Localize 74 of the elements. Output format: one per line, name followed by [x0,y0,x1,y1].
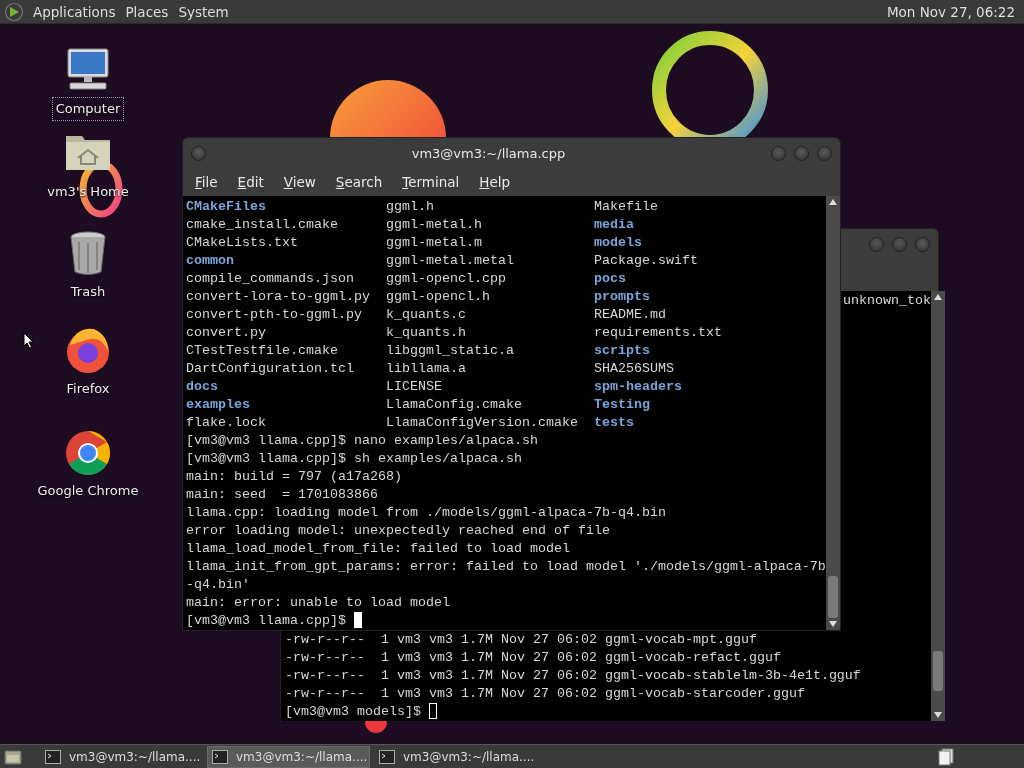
file-name: compile_commands.json [186,270,355,288]
terminal-line: llama.cpp: loading model from ./models/ggml-alpaca-7b-q4.bin [186,504,667,522]
file-name: SHA256SUMS [594,360,674,378]
file-name: ggml-metal.metal [386,252,515,270]
directory-name: models [594,234,642,252]
file-name: LlamaConfig.cmake [386,396,523,414]
menu-item[interactable]: Terminal [392,172,470,193]
icon-label[interactable]: Trash [66,280,110,304]
terminal-line: -q4.bin' [186,576,251,594]
file-name: k_quants.h [386,324,467,342]
file-name: LlamaConfigVersion.cmake [386,414,579,432]
icon-label[interactable]: Computer [51,97,125,121]
file-name: k_quants.c [386,306,467,324]
directory-name: examples [186,396,251,414]
file-name: ggml-opencl.cpp [386,270,507,288]
file-name: convert-pth-to-ggml.py [186,306,363,324]
menu-item[interactable]: Edit [227,172,274,193]
file-name: DartConfiguration.tcl [186,360,355,378]
terminal-line: llama_init_from_gpt_params: error: failed to load model './models/ggml-alpaca-7b [186,558,826,576]
taskbar-button[interactable]: vm3@vm3:~/llama.... [207,745,370,768]
terminal-line: -rw-r--r-- 1 vm3 vm3 1.7M Nov 27 06:02 ggml-vocab-starcoder.gguf [285,685,806,703]
file-name: CTestTestfile.cmake [186,342,339,360]
file-name: convert-lora-to-ggml.py [186,288,371,306]
directory-name: docs [186,378,219,396]
directory-name: media [594,216,634,234]
prompt-text: [vm3@vm3 llama.cpp]$ [186,612,347,630]
menu-item[interactable]: Help [469,172,521,193]
file-name: cmake_install.cmake [186,216,339,234]
file-name: LICENSE [386,378,443,396]
terminal-line: unknown_tok [843,293,931,308]
directory-name: Testing [594,396,650,414]
file-name: flake.lock [186,414,267,432]
menu-item[interactable]: Search [325,172,393,193]
window-title: vm3@vm3:~/llama.cpp [410,144,567,163]
menu-item[interactable]: View [273,172,326,193]
directory-name: pocs [594,270,626,288]
file-name: ggml.h [386,198,435,216]
terminal-line: -rw-r--r-- 1 vm3 vm3 1.7M Nov 27 06:02 ggml-vocab-mpt.gguf [285,631,758,649]
directory-name: CMakeFiles [186,198,267,216]
file-name: libllama.a [386,360,467,378]
terminal-line: main: seed = 1701083866 [186,486,379,504]
file-name: libggml_static.a [386,342,515,360]
directory-name: spm-headers [594,378,682,396]
panel-menu[interactable]: System [173,0,234,24]
file-name: ggml-metal.m [386,234,483,252]
clock[interactable]: Mon Nov 27, 06:22 [881,0,1020,24]
directory-name: tests [594,414,634,432]
file-name: README.md [594,306,666,324]
file-name: ggml-opencl.h [386,288,491,306]
icon-label[interactable]: Firefox [62,377,114,401]
file-name: requirements.txt [594,324,722,342]
file-name: convert.py [186,324,267,342]
terminal-line: [vm3@vm3 llama.cpp]$ sh examples/alpaca.sh [186,450,523,468]
taskbar-button[interactable]: vm3@vm3:~/llama.... [40,745,203,768]
terminal-line: -rw-r--r-- 1 vm3 vm3 1.7M Nov 27 06:02 ggml-vocab-stablelm-3b-4e1t.gguf [285,667,862,685]
file-name: Package.swift [594,252,698,270]
panel-menu[interactable]: Places [120,0,174,24]
terminal-line: main: error: unable to load model [186,594,451,612]
taskbar-button[interactable]: vm3@vm3:~/llama.... [374,745,537,768]
file-name: CMakeLists.txt [186,234,299,252]
terminal-line: main: build = 797 (a17a268) [186,468,403,486]
directory-name: scripts [594,342,650,360]
prompt-text: [vm3@vm3 models]$ [285,703,422,721]
terminal-line: -rw-r--r-- 1 vm3 vm3 1.7M Nov 27 06:02 ggml-vocab-refact.gguf [285,649,782,667]
file-name: Makefile [594,198,658,216]
panel-menu[interactable]: Applications [28,0,121,24]
terminal-line: llama_load_model_from_file: failed to load model [186,540,571,558]
terminal-line: error loading model: unexpectedly reached end of file [186,522,611,540]
file-name: ggml-metal.h [386,216,483,234]
directory-name: common [186,252,235,270]
directory-name: prompts [594,288,650,306]
terminal-line: [vm3@vm3 llama.cpp]$ nano examples/alpaca.sh [186,432,539,450]
menu-item[interactable]: File [185,172,228,193]
icon-label[interactable]: Google Chrome [33,479,143,503]
